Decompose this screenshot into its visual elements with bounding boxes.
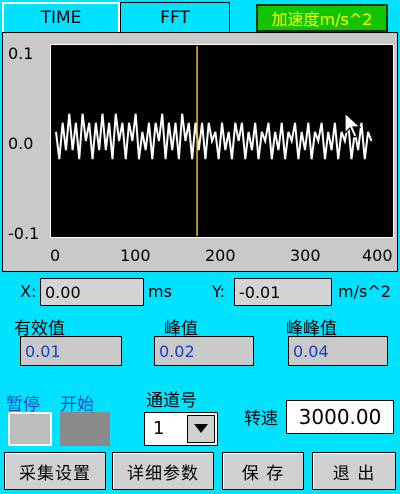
pause-button[interactable] [8,412,52,446]
rms-value: 0.01 [20,336,122,366]
x-tick-300: 300 [290,246,321,265]
x-readout-label: X: [20,282,37,301]
tab-fft-label: FFT [160,7,190,28]
speed-label: 转速 [244,409,278,429]
exit-button[interactable]: 退 出 [312,452,396,490]
plot-background [50,44,394,238]
save-button[interactable]: 保 存 [222,452,304,490]
x-tick-100: 100 [120,246,151,265]
peak-to-peak-value: 0.04 [288,336,388,366]
channel-value: 1 [153,418,165,439]
y-tick-mid: 0.0 [8,134,34,153]
chevron-down-icon [194,424,208,433]
x-tick-200: 200 [205,246,236,265]
x-tick-400: 400 [362,246,393,265]
y-tick-top: 0.1 [8,44,34,63]
time-waveform-plot[interactable] [50,44,394,238]
channel-select[interactable]: 1 [144,412,218,446]
x-readout-field: 0.00 [40,278,144,306]
detail-params-button[interactable]: 详细参数 [112,452,214,490]
acquisition-settings-button[interactable]: 采集设置 [4,452,106,490]
peak-value: 0.02 [154,336,254,366]
tab-time-label: TIME [40,8,82,28]
y-unit-label: m/s^2 [338,282,391,301]
unit-badge: 加速度m/s^2 [256,4,388,32]
y-readout-label: Y: [212,282,226,301]
x-tick-0: 0 [50,246,61,265]
y-tick-bottom: -0.1 [8,224,40,243]
start-button[interactable] [60,412,110,446]
channel-dropdown-button[interactable] [187,415,215,443]
y-readout-field: -0.01 [234,278,332,306]
tab-time[interactable]: TIME [2,2,120,32]
mouse-pointer-icon [344,111,362,138]
speed-field[interactable]: 3000.00 [286,400,394,434]
channel-label: 通道号 [146,391,197,411]
x-unit-label: ms [148,282,172,301]
tab-fft[interactable]: FFT [120,2,230,32]
